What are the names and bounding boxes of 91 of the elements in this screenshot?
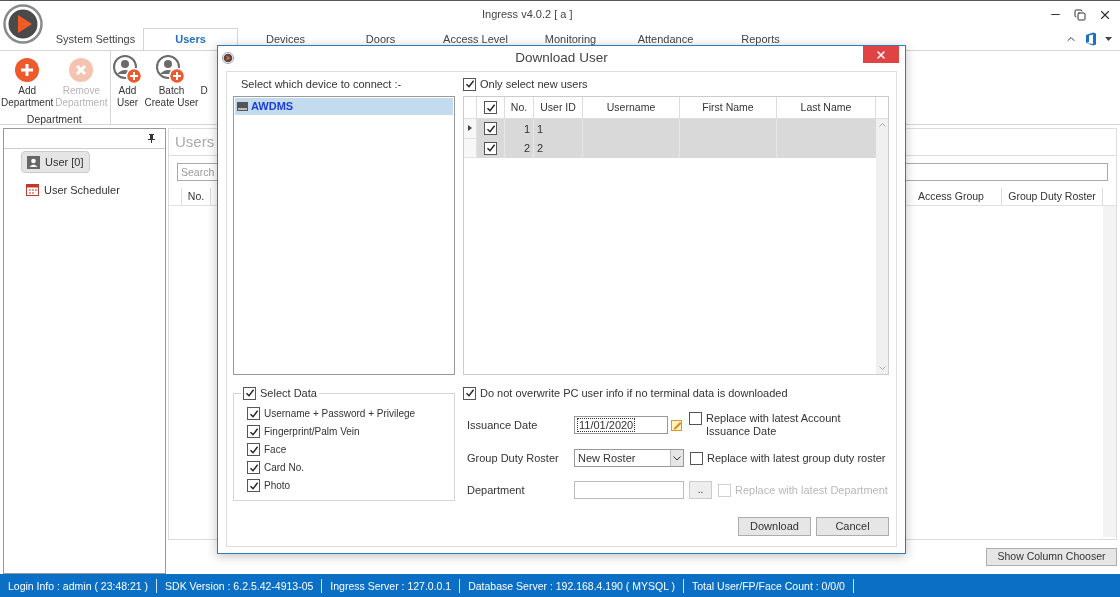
dialog-button[interactable]: Cancel [816,517,889,536]
column-header[interactable]: Username [583,97,680,118]
add-user-icon [112,55,143,85]
browse-button[interactable]: .. [689,481,712,499]
device-prompt: Select which device to connect :- [240,76,403,92]
device-icon [237,102,248,111]
field-label: Department [466,482,526,498]
column-header[interactable]: No. [505,97,534,118]
column-header[interactable]: User ID [534,97,583,118]
data-checkbox[interactable] [247,407,260,420]
device-item[interactable]: AWDMS [235,98,453,115]
window-title: Ingress v4.0.2 [ a ] [482,7,573,23]
user-icon [27,155,40,169]
remove-icon [68,57,95,83]
column-header[interactable]: Last Name [777,97,876,118]
scrollbar[interactable] [1103,206,1116,537]
pin-icon[interactable] [148,134,155,143]
department-field[interactable] [574,481,684,499]
ribbon-button[interactable]: Batch Create User [143,55,200,109]
data-option-label: Fingerprint/Palm Vein [264,425,360,439]
panel-title: Users [175,131,215,152]
table-cell: 1 [534,119,583,139]
ribbon-tab[interactable]: Monitoring [523,28,618,50]
group-label: Select Data [260,386,317,401]
ribbon-tab[interactable]: Attendance [618,28,713,50]
restore-icon[interactable] [1074,8,1086,21]
dropdown-icon[interactable] [1105,37,1112,41]
field-label: Issuance Date [466,417,539,433]
data-option-label: Username + Password + Privilege [264,407,416,421]
close-icon [875,48,887,61]
field-label: Group Duty Roster [466,450,560,466]
status-item: SDK Version : 6.2.5.42-4913-05 [157,578,323,593]
ribbon-tab[interactable]: Access Level [428,28,523,50]
replace-checkbox[interactable] [689,412,702,425]
calendar-edit-icon[interactable] [671,419,683,431]
replace-label: Replace with latest Department [735,483,888,497]
roster-dropdown[interactable]: New Roster [574,449,684,467]
table-cell: 2 [505,138,534,158]
select-all-checkbox[interactable] [484,101,497,114]
ribbon-button[interactable]: Add Department [0,55,55,109]
add-icon [14,57,41,83]
row-checkbox[interactable] [484,141,497,155]
only-new-checkbox[interactable] [463,77,476,91]
status-item: Login Info : admin ( 23:48:21 ) [0,578,158,593]
data-option-label: Face [264,443,287,457]
current-row-icon [468,125,472,132]
office-icon[interactable] [1085,32,1097,46]
column-header[interactable]: No. [181,188,211,205]
status-item: Ingress Server : 127.0.0.1 [322,578,461,593]
status-item: Database Server : 192.168.4.190 ( MYSQL ) [460,578,684,593]
select-data-checkbox[interactable] [243,386,256,400]
data-checkbox[interactable] [247,443,260,456]
replace-label: Replace with latest Account Issuance Date [706,412,842,438]
table-cell: 1 [505,119,534,139]
show-column-chooser-button[interactable]: Show Column Chooser [986,548,1117,566]
ribbon-tab[interactable]: Users [143,28,238,50]
data-option-label: Photo [264,479,291,493]
data-checkbox[interactable] [247,461,260,474]
app-logo-icon [222,52,234,64]
dropdown-icon [673,455,681,461]
column-header[interactable]: First Name [680,97,777,118]
checkbox-label: Do not overwrite PC user info if no terminal data is downloaded [480,385,788,401]
no-overwrite-checkbox[interactable] [463,386,476,400]
dialog-title: Download User [515,49,608,68]
ribbon-button[interactable]: Add User [111,55,144,109]
grid-row[interactable]: 1 1 [477,119,876,139]
dialog-button[interactable]: Download [738,517,811,536]
calendar-icon [26,184,39,196]
status-item: Total User/FP/Face Count : 0/0/0 [684,578,854,593]
ribbon-tab[interactable]: Reports [713,28,808,50]
ribbon-tab[interactable]: System Settings [48,28,143,50]
row-header-cell[interactable] [464,119,477,139]
replace-label: Replace with latest group duty roster [707,451,886,465]
add-user-icon [156,55,187,85]
data-checkbox[interactable] [247,479,260,492]
data-option-label: Card No. [264,461,304,475]
date-field[interactable]: 11/01/2020 [574,416,668,434]
data-checkbox[interactable] [247,425,260,438]
tree-item[interactable]: User [0] [21,151,90,173]
tree-item[interactable]: User Scheduler [21,179,125,201]
replace-checkbox[interactable] [690,451,703,465]
grid-row[interactable]: 2 2 [477,138,876,158]
checkbox-label: Only select new users [480,76,588,92]
row-checkbox[interactable] [484,122,497,136]
group-label: Department [25,112,83,127]
table-cell: 2 [534,138,583,158]
ribbon-tab[interactable]: Devices [238,28,333,50]
column-header[interactable]: Group Duty Roster [1002,188,1103,205]
ribbon-button[interactable]: D [199,55,209,109]
app-logo-icon [3,4,43,44]
ribbon-tab[interactable]: Doors [333,28,428,50]
